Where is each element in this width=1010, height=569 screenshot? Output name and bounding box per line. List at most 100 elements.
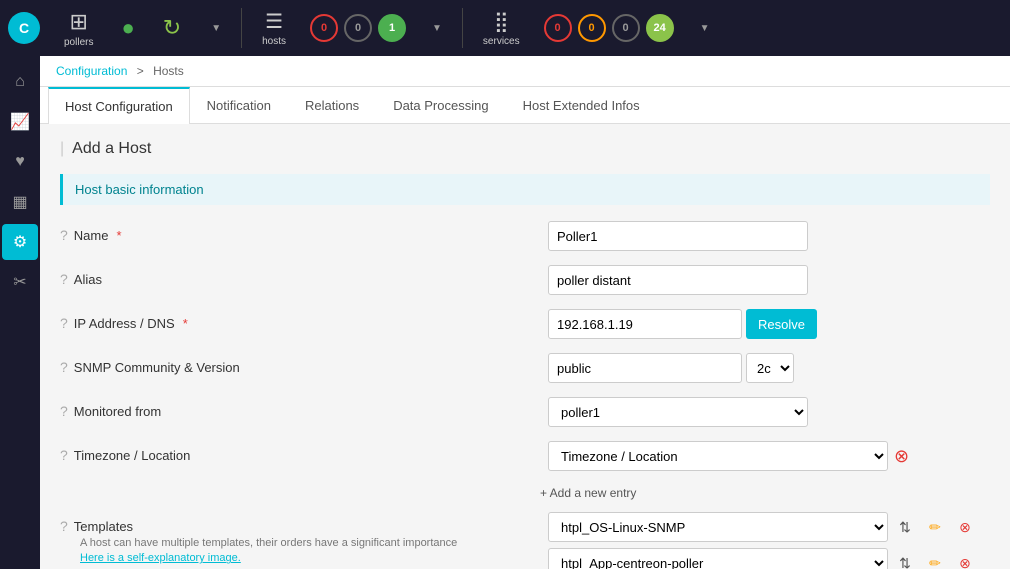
snmp-version-select[interactable]: 2c 1 3 xyxy=(746,353,794,383)
monitored-select[interactable]: poller1 Central xyxy=(548,397,808,427)
timezone-help-icon[interactable]: ? xyxy=(60,447,68,463)
timezone-wrapper: Timezone / Location ⊗ xyxy=(548,441,909,471)
page-title: | Add a Host xyxy=(60,140,990,158)
snmp-community-input[interactable] xyxy=(548,353,742,383)
add-entry-wrapper: + Add a new entry xyxy=(540,485,990,506)
template-1-delete-icon[interactable]: ⊗ xyxy=(952,514,978,540)
template-row-1: htpl_OS-Linux-SNMP ⇅ ✏ ⊗ xyxy=(548,512,978,542)
services-badge-1[interactable]: 0 xyxy=(578,14,606,42)
tab-host-configuration[interactable]: Host Configuration xyxy=(48,87,190,124)
nav-sep1 xyxy=(241,8,242,48)
template-1-edit-icon[interactable]: ✏ xyxy=(922,514,948,540)
nav-services-dropdown[interactable]: ▼ xyxy=(686,17,722,40)
pollers-icon: ⊞ xyxy=(70,9,88,35)
field-alias: ? Alias xyxy=(60,265,990,295)
templates-help-icon[interactable]: ? xyxy=(60,518,68,534)
services-badge-0[interactable]: 0 xyxy=(544,14,572,42)
breadcrumb: Configuration > Hosts xyxy=(40,56,1010,87)
resolve-button[interactable]: Resolve xyxy=(746,309,817,339)
nav-pollers[interactable]: ⊞ pollers xyxy=(52,3,105,54)
nav-hosts[interactable]: ☰ hosts xyxy=(250,3,298,53)
template-1-move-icon[interactable]: ⇅ xyxy=(892,514,918,540)
services-badge-3[interactable]: 24 xyxy=(646,14,674,42)
template-2-select[interactable]: htpl_App-centreon-poller xyxy=(548,548,888,569)
app-logo[interactable]: C xyxy=(8,12,40,44)
services-label: services xyxy=(483,36,520,47)
pollers-label: pollers xyxy=(64,37,93,48)
nav-refresh[interactable]: ↻ xyxy=(151,9,193,47)
title-bar: | xyxy=(60,140,64,158)
hosts-badge-0[interactable]: 0 xyxy=(310,14,338,42)
template-2-move-icon[interactable]: ⇅ xyxy=(892,550,918,569)
alias-input[interactable] xyxy=(548,265,808,295)
services-badge-2[interactable]: 0 xyxy=(612,14,640,42)
name-input[interactable] xyxy=(548,221,808,251)
tabs-bar: Host Configuration Notification Relation… xyxy=(40,87,1010,124)
hosts-icon: ☰ xyxy=(265,9,283,34)
monitored-help-icon[interactable]: ? xyxy=(60,403,68,419)
timezone-label: ? Timezone / Location xyxy=(60,441,540,463)
snmp-input-group: 2c 1 3 xyxy=(548,353,794,383)
hosts-badge-2[interactable]: 1 xyxy=(378,14,406,42)
nav-services[interactable]: ⣿ services xyxy=(471,3,532,53)
ip-required: * xyxy=(183,316,188,331)
title-text: Add a Host xyxy=(72,140,151,158)
templates-controls: htpl_OS-Linux-SNMP ⇅ ✏ ⊗ htpl_App-centre… xyxy=(548,512,978,569)
field-ip: ? IP Address / DNS * Resolve xyxy=(60,309,990,339)
tab-host-extended[interactable]: Host Extended Infos xyxy=(506,87,657,124)
hosts-label: hosts xyxy=(262,36,286,47)
refresh-icon: ↻ xyxy=(163,15,181,41)
name-required: * xyxy=(116,228,121,243)
add-entry-link[interactable]: + Add a new entry xyxy=(540,486,636,500)
field-monitored: ? Monitored from poller1 Central xyxy=(60,397,990,427)
field-name: ? Name * xyxy=(60,221,990,251)
templates-hint-link[interactable]: Here is a self-explanatory image. xyxy=(80,552,241,564)
sidebar-item-activity[interactable]: ♥ xyxy=(2,144,38,180)
services-dropdown-icon: ▼ xyxy=(700,23,710,34)
template-1-select[interactable]: htpl_OS-Linux-SNMP xyxy=(548,512,888,542)
field-snmp: ? SNMP Community & Version 2c 1 3 xyxy=(60,353,990,383)
section-header: Host basic information xyxy=(60,174,990,205)
services-badges: 0 0 0 24 xyxy=(536,14,682,42)
main-content: Configuration > Hosts Host Configuration… xyxy=(40,56,1010,569)
alias-help-icon[interactable]: ? xyxy=(60,271,68,287)
ip-help-icon[interactable]: ? xyxy=(60,315,68,331)
snmp-label: ? SNMP Community & Version xyxy=(60,353,540,375)
ip-input-group: Resolve xyxy=(548,309,817,339)
sidebar-item-reports[interactable]: ▦ xyxy=(2,184,38,220)
nav-db[interactable]: ● xyxy=(109,9,146,47)
sidebar: ⌂ 📈 ♥ ▦ ⚙ ✂ xyxy=(0,56,40,569)
name-label: ? Name * xyxy=(60,221,540,243)
templates-hint: A host can have multiple templates, thei… xyxy=(80,536,457,567)
breadcrumb-config[interactable]: Configuration xyxy=(56,64,127,78)
tab-relations[interactable]: Relations xyxy=(288,87,376,124)
template-row-2: htpl_App-centreon-poller ⇅ ✏ ⊗ xyxy=(548,548,978,569)
ip-input[interactable] xyxy=(548,309,742,339)
sidebar-item-home[interactable]: ⌂ xyxy=(2,64,38,100)
alias-label: ? Alias xyxy=(60,265,540,287)
ip-label: ? IP Address / DNS * xyxy=(60,309,540,331)
templates-label-group: ? Templates A host can have multiple tem… xyxy=(60,512,540,567)
hosts-badge-1[interactable]: 0 xyxy=(344,14,372,42)
tab-data-processing[interactable]: Data Processing xyxy=(376,87,505,124)
nav-hosts-dropdown[interactable]: ▼ xyxy=(418,17,454,40)
breadcrumb-current: Hosts xyxy=(153,64,184,78)
nav-dropdown[interactable]: ▼ xyxy=(197,17,233,40)
sidebar-item-config[interactable]: ⚙ xyxy=(2,224,38,260)
monitored-label: ? Monitored from xyxy=(60,397,540,419)
template-2-edit-icon[interactable]: ✏ xyxy=(922,550,948,569)
dropdown-arrow-icon: ▼ xyxy=(211,23,221,34)
field-templates: ? Templates A host can have multiple tem… xyxy=(60,512,990,569)
name-help-icon[interactable]: ? xyxy=(60,227,68,243)
sidebar-item-monitoring[interactable]: 📈 xyxy=(2,104,38,140)
tab-notification[interactable]: Notification xyxy=(190,87,288,124)
template-2-delete-icon[interactable]: ⊗ xyxy=(952,550,978,569)
hosts-badges: 0 0 1 xyxy=(302,14,414,42)
breadcrumb-separator: > xyxy=(137,64,144,78)
timezone-clear-icon[interactable]: ⊗ xyxy=(894,446,909,467)
navbar: C ⊞ pollers ● ↻ ▼ ☰ hosts 0 0 1 ▼ ⣿ serv… xyxy=(0,0,1010,56)
sidebar-item-tools[interactable]: ✂ xyxy=(2,264,38,300)
services-icon: ⣿ xyxy=(494,9,509,34)
snmp-help-icon[interactable]: ? xyxy=(60,359,68,375)
timezone-select[interactable]: Timezone / Location xyxy=(548,441,888,471)
